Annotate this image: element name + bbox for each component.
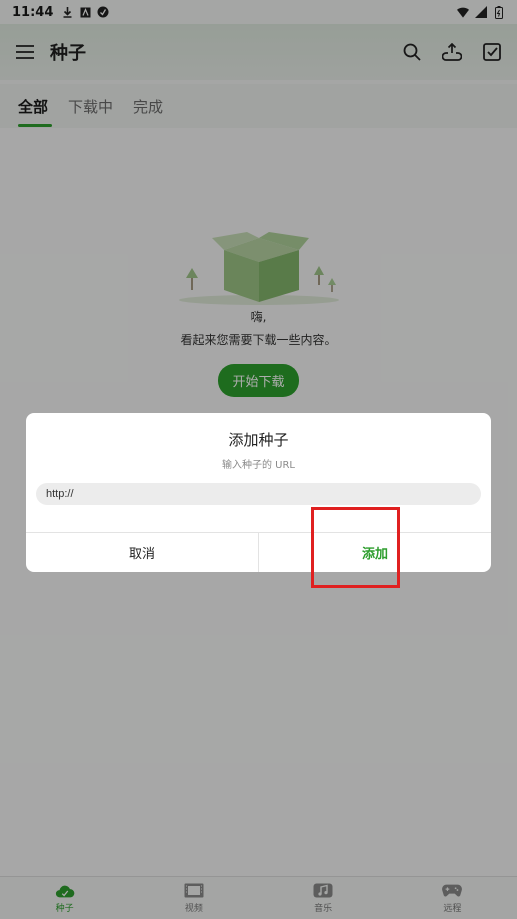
dialog-title: 添加种子 bbox=[228, 431, 289, 449]
torrent-url-input[interactable] bbox=[36, 483, 481, 505]
highlight-box bbox=[311, 507, 400, 588]
cancel-button[interactable]: 取消 bbox=[26, 533, 259, 572]
dialog-subtitle: 输入种子的 URL bbox=[221, 460, 296, 471]
dialog-button-row: 取消 添加 bbox=[26, 532, 491, 572]
add-torrent-dialog: 添加种子 输入种子的 URL 取消 添加 bbox=[26, 413, 491, 572]
